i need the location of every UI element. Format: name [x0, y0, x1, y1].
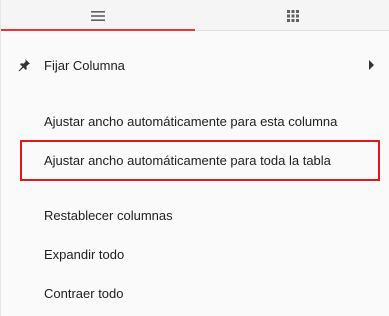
hamburger-menu-icon: [91, 10, 105, 21]
menu-tab-bar: [1, 0, 389, 31]
menu-item-autosize-this-column[interactable]: Ajustar ancho automáticamente para esta …: [1, 104, 389, 138]
menu-item-label: Contraer todo: [44, 285, 124, 301]
menu-item-autosize-all-columns[interactable]: Ajustar ancho automáticamente para toda …: [1, 143, 389, 177]
pin-icon: [18, 59, 30, 72]
active-tab-indicator: [1, 29, 195, 31]
menu-item-label: Restablecer columnas: [44, 207, 173, 223]
menu-item-pin-column[interactable]: Fijar Columna: [1, 48, 389, 82]
menu-item-label: Ajustar ancho automáticamente para toda …: [44, 152, 331, 168]
menu-item-label: Fijar Columna: [44, 57, 125, 73]
tab-general[interactable]: [1, 0, 195, 31]
menu-item-collapse-all[interactable]: Contraer todo: [1, 276, 389, 310]
menu-item-expand-all[interactable]: Expandir todo: [1, 237, 389, 271]
chevron-right-icon: [369, 60, 374, 70]
menu-item-label: Expandir todo: [44, 246, 125, 262]
grid-icon: [286, 9, 299, 22]
menu-item-reset-columns[interactable]: Restablecer columnas: [1, 198, 389, 232]
tab-columns[interactable]: [195, 0, 389, 31]
menu-item-label: Ajustar ancho automáticamente para esta …: [44, 113, 338, 129]
column-menu: Fijar Columna Ajustar ancho automáticame…: [0, 0, 389, 316]
